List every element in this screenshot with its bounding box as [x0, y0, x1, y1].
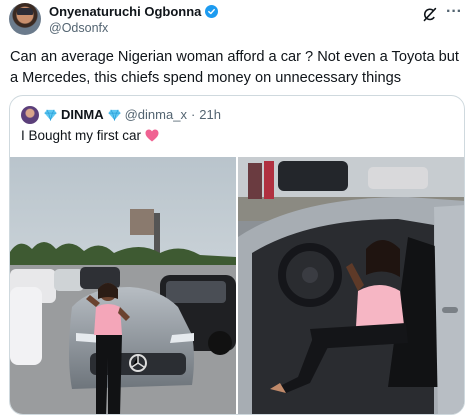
quote-author-avatar[interactable]: [21, 106, 39, 124]
quote-author-name[interactable]: DINMA: [61, 107, 104, 122]
car-photo-interior[interactable]: [238, 157, 464, 414]
author-name-row: Onyenaturuchi Ogbonna: [49, 4, 219, 19]
quote-author-handle[interactable]: @dinma_x: [125, 107, 187, 122]
author-avatar[interactable]: [9, 3, 41, 35]
tweet-text: Can an average Nigerian woman afford a c…: [10, 49, 459, 86]
quoted-tweet[interactable]: DINMA @dinma_x · 21h I Bought my first c…: [9, 95, 465, 415]
quote-separator: ·: [190, 107, 196, 122]
gem-icon: [108, 109, 121, 121]
quote-author-row: DINMA @dinma_x · 21h: [44, 107, 221, 122]
quote-timestamp[interactable]: 21h: [199, 107, 221, 122]
heart-icon: [145, 129, 159, 142]
author-handle[interactable]: @Odsonfx: [49, 21, 108, 35]
grok-icon[interactable]: [421, 6, 438, 23]
gem-icon: [44, 109, 57, 121]
quote-text-row: I Bought my first car: [21, 128, 159, 143]
quote-text: I Bought my first car: [21, 128, 142, 143]
car-photo-front[interactable]: [10, 157, 236, 414]
more-icon[interactable]: ···: [446, 4, 462, 20]
author-name[interactable]: Onyenaturuchi Ogbonna: [49, 4, 201, 19]
verified-badge-icon: [205, 5, 219, 18]
